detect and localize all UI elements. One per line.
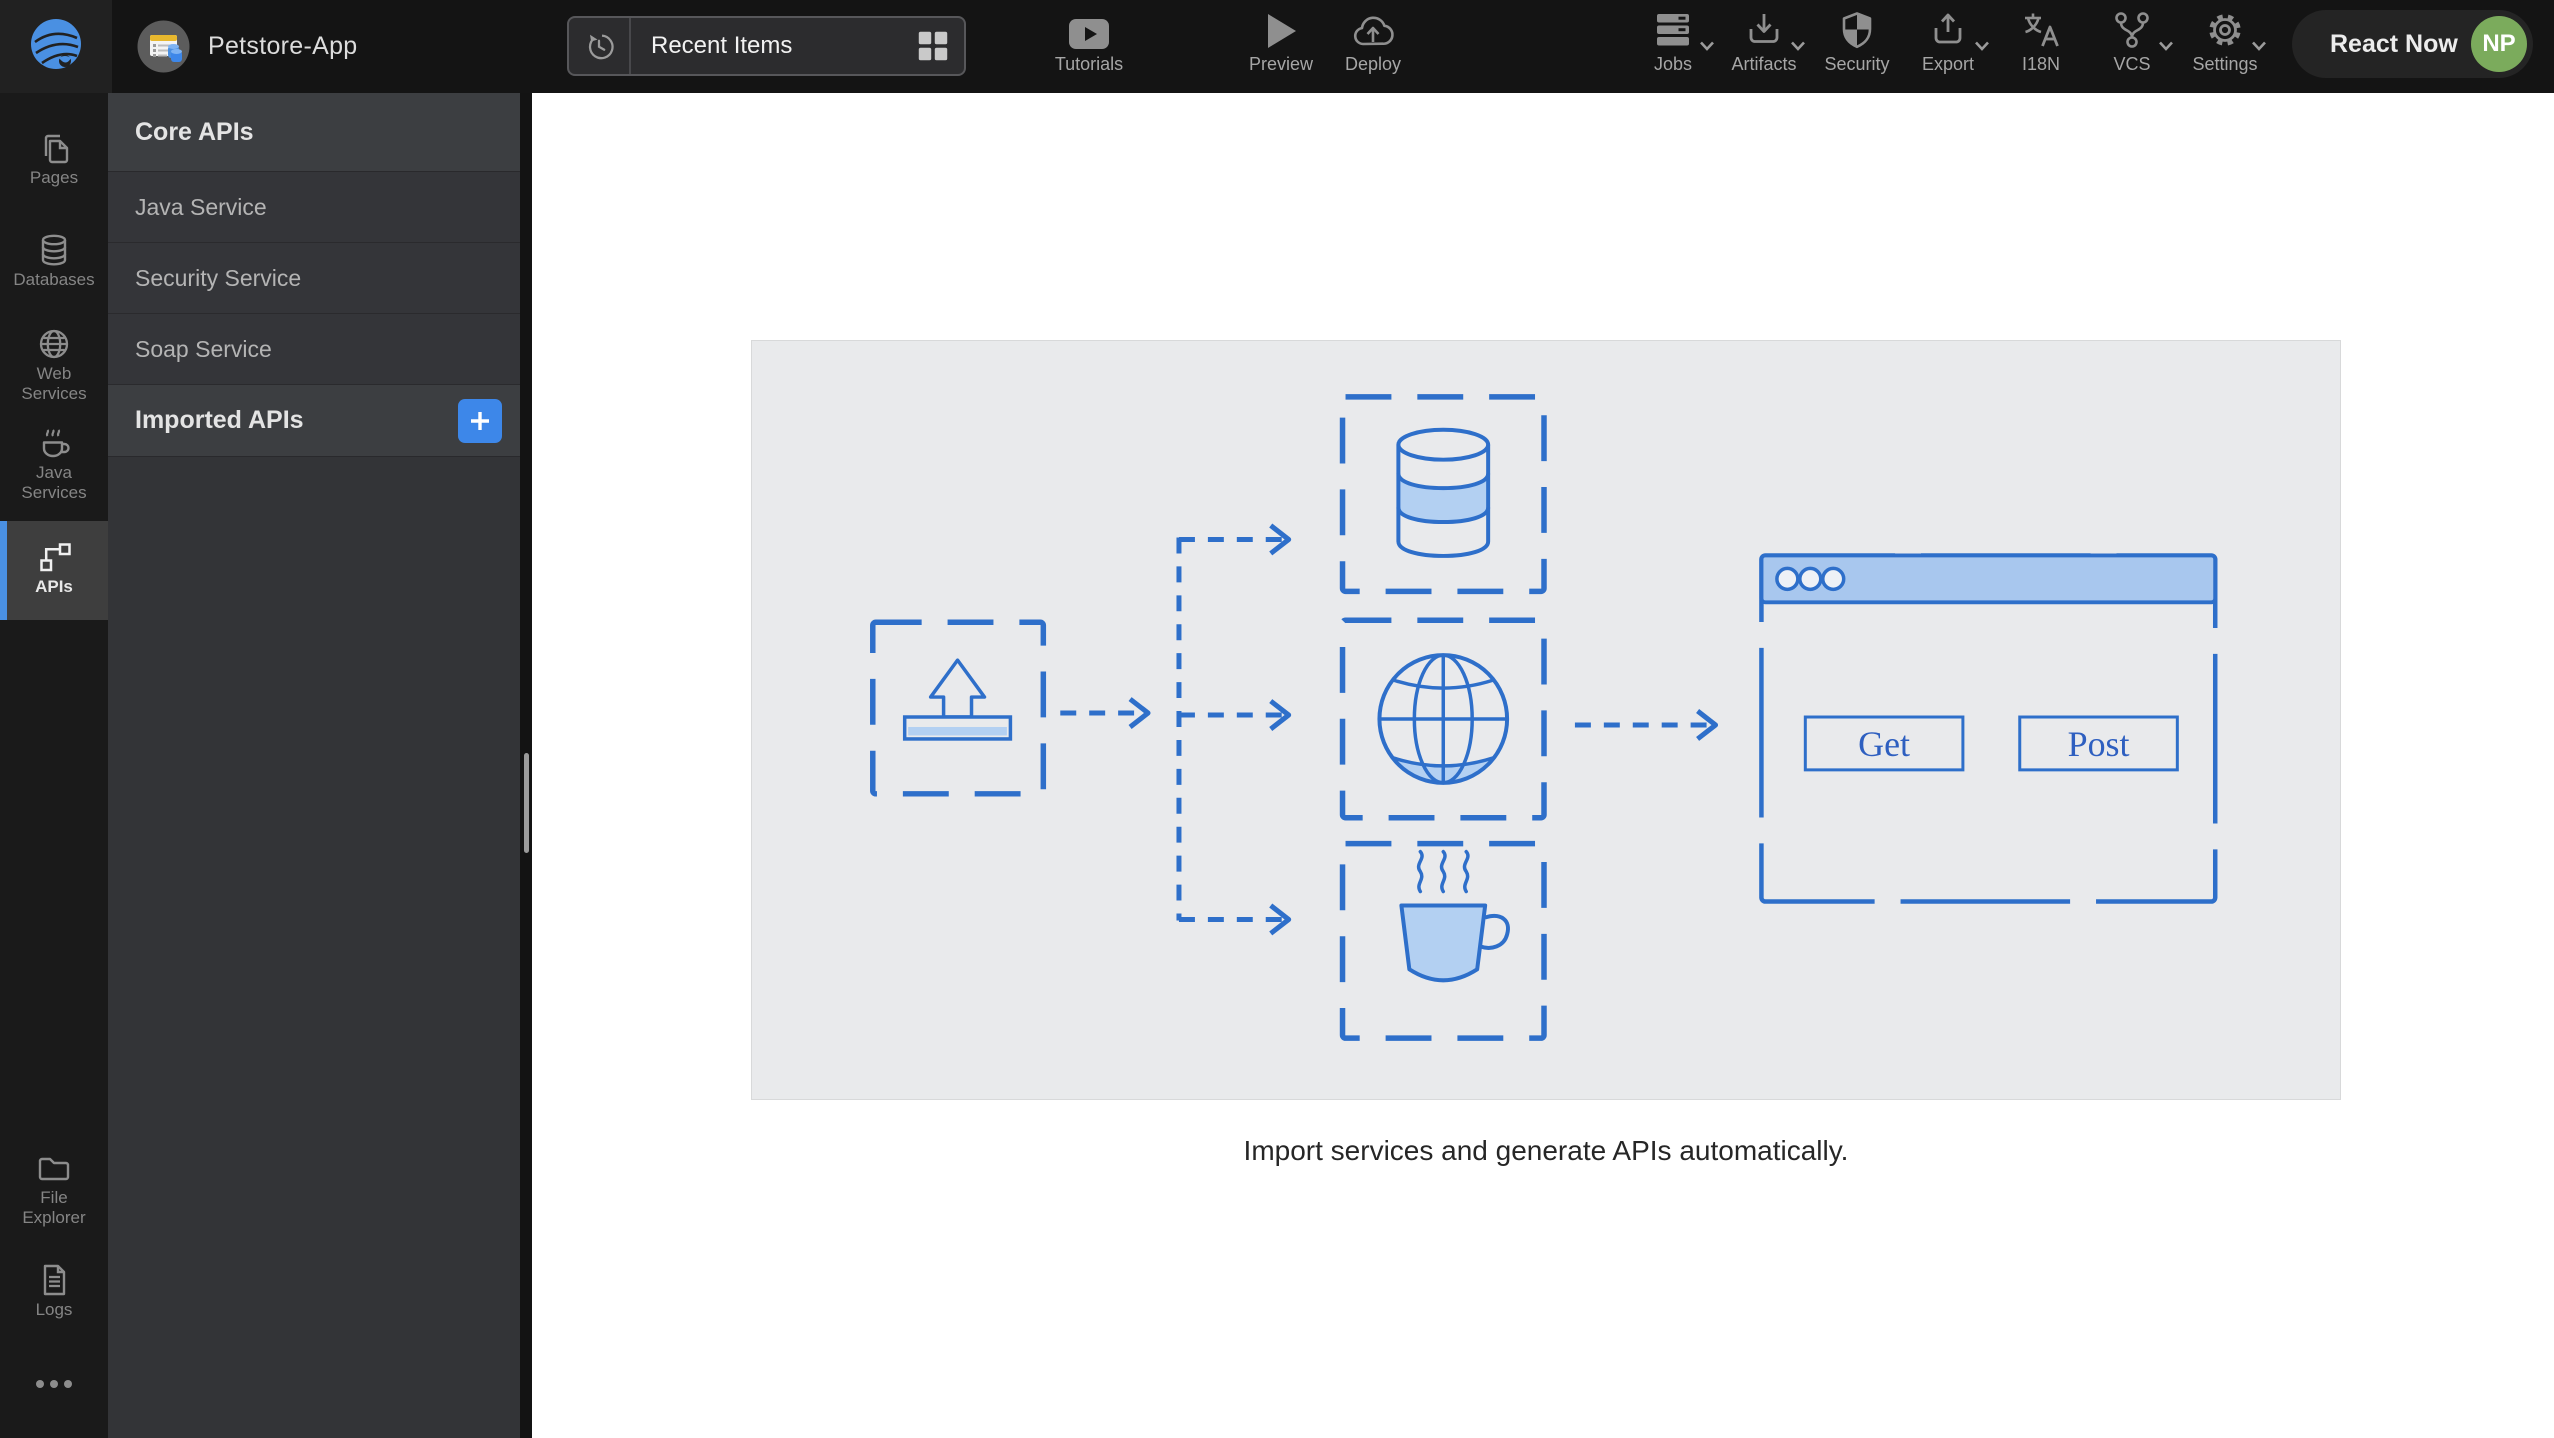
- browser-window-illustration: Get Post: [1759, 553, 2218, 904]
- sidebar-item-pages[interactable]: Pages: [0, 130, 108, 188]
- deploy-button[interactable]: Deploy: [1308, 0, 1438, 75]
- panel-item-java-service[interactable]: Java Service: [108, 172, 520, 243]
- imported-apis-title: Imported APIs: [135, 406, 304, 434]
- sidebar-item-web-services[interactable]: Web Services: [0, 326, 108, 404]
- app-title: Petstore-App: [208, 32, 358, 60]
- core-apis-section-header: Core APIs: [108, 93, 520, 172]
- primary-sidebar: Pages Databases Web Services Java Servic…: [0, 93, 108, 1438]
- database-cylinder-icon: [1396, 427, 1491, 558]
- brand-logo-button[interactable]: [0, 0, 112, 93]
- add-imported-api-button[interactable]: [458, 398, 502, 443]
- window-dot-icon: [1798, 566, 1823, 592]
- tutorials-button[interactable]: Tutorials: [1024, 0, 1154, 75]
- chevron-down-icon: [2252, 41, 2266, 51]
- grid-view-icon[interactable]: [917, 30, 949, 62]
- panel-resize-gutter[interactable]: [520, 93, 532, 1438]
- artifacts-download-icon: [1749, 14, 1779, 43]
- sidebar-label: Logs: [35, 1300, 73, 1319]
- user-avatar[interactable]: NP: [2471, 16, 2527, 72]
- vcs-branch-icon: [2115, 12, 2149, 48]
- sidebar-item-logs[interactable]: Logs: [0, 1262, 108, 1320]
- database-icon: [41, 234, 67, 266]
- sidebar-label: Pages: [29, 168, 79, 187]
- preview-icon: [1268, 14, 1296, 48]
- window-dot-icon: [1821, 566, 1846, 592]
- sidebar-label: Java Services: [21, 463, 87, 502]
- panel-item-soap-service[interactable]: Soap Service: [108, 314, 520, 385]
- sidebar-item-databases[interactable]: Databases: [0, 232, 108, 290]
- settings-button[interactable]: Settings: [2160, 0, 2290, 75]
- wave-logo-icon: [26, 14, 86, 79]
- folder-icon: [38, 1157, 70, 1181]
- scrollbar-thumb[interactable]: [524, 753, 529, 853]
- history-segment[interactable]: [569, 18, 631, 74]
- recent-items-label: Recent Items: [651, 32, 793, 59]
- sidebar-label: Web Services: [21, 364, 87, 403]
- main-content: Get Post Import services and generate AP…: [532, 93, 2554, 1438]
- i18n-translate-icon: [2025, 13, 2059, 47]
- security-shield-icon: [1842, 12, 1872, 49]
- window-dot-icon: [1775, 566, 1800, 592]
- sidebar-label: APIs: [35, 577, 73, 596]
- sidebar-label: Databases: [13, 270, 95, 289]
- sidebar-item-apis[interactable]: APIs: [0, 521, 108, 620]
- jobs-icon: [1657, 14, 1689, 46]
- globe-icon-large: [1377, 653, 1510, 785]
- dashed-arrows: [1060, 523, 1719, 936]
- sidebar-label: File Explorer: [22, 1188, 86, 1227]
- ide-window: Petstore-App Recent Items Tutorials Prev…: [0, 0, 2554, 1438]
- apis-connector-icon: [40, 543, 71, 572]
- tutorials-icon: [1069, 19, 1109, 49]
- upload-icon: [902, 658, 1013, 741]
- sidebar-more-button[interactable]: [0, 1375, 108, 1393]
- history-icon: [588, 34, 614, 60]
- globe-icon: [39, 329, 69, 359]
- empty-state-caption: Import services and generate APIs automa…: [1243, 1135, 1849, 1166]
- plus-icon: [471, 411, 489, 430]
- deploy-cloud-icon: [1353, 16, 1394, 46]
- log-file-icon: [43, 1264, 66, 1296]
- apis-panel: Core APIs Java Service Security Service …: [108, 93, 520, 1438]
- export-icon: [1934, 13, 1962, 44]
- top-header-bar: Petstore-App Recent Items Tutorials Prev…: [0, 0, 2554, 93]
- react-now-button[interactable]: React Now NP: [2292, 10, 2533, 78]
- react-now-label: React Now: [2330, 29, 2458, 58]
- post-label: Post: [2068, 724, 2130, 764]
- settings-gear-icon: [2209, 14, 2241, 46]
- app-icon-badge[interactable]: [137, 20, 190, 73]
- more-dots-icon: [36, 1380, 72, 1388]
- sidebar-item-file-explorer[interactable]: File Explorer: [0, 1150, 108, 1228]
- recent-items-dropdown[interactable]: Recent Items: [567, 16, 966, 76]
- get-label: Get: [1858, 724, 1910, 764]
- sidebar-item-java-services[interactable]: Java Services: [0, 425, 108, 503]
- tutorials-label: Tutorials: [1054, 54, 1124, 74]
- pages-icon: [44, 134, 69, 164]
- import-services-diagram: Get Post: [870, 394, 2218, 1041]
- panel-item-security-service[interactable]: Security Service: [108, 243, 520, 314]
- core-apis-title: Core APIs: [135, 117, 254, 146]
- settings-label: Settings: [2192, 54, 2258, 74]
- empty-state-illustration: Get Post: [751, 340, 2341, 1100]
- app-icon: [137, 20, 190, 73]
- imported-apis-section-header: Imported APIs: [108, 385, 520, 457]
- coffee-cup-icon-large: [1399, 849, 1510, 983]
- deploy-label: Deploy: [1344, 54, 1402, 74]
- coffee-cup-icon: [42, 429, 70, 458]
